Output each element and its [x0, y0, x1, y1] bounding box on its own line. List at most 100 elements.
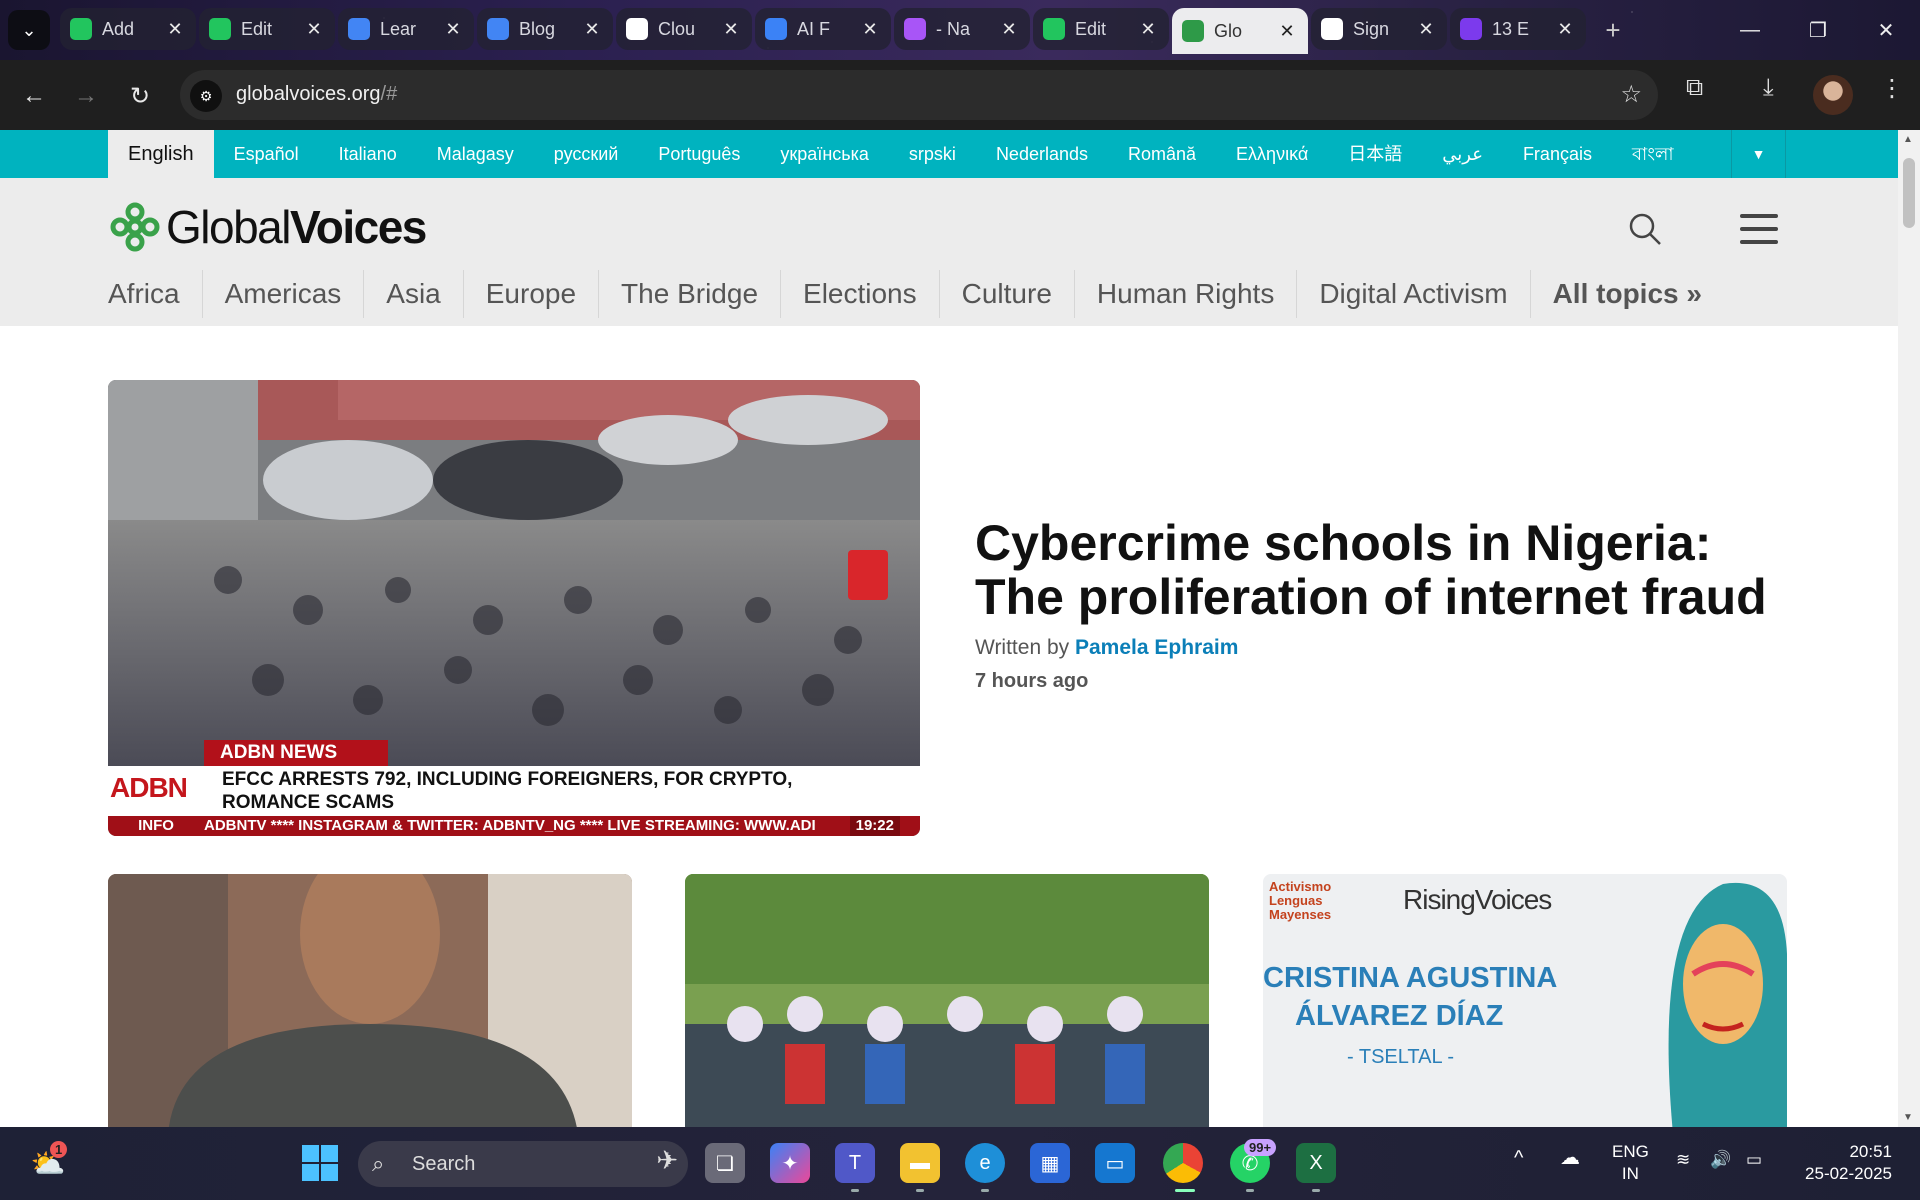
wifi-icon[interactable]: ≋ [1676, 1149, 1690, 1171]
language-link[interactable]: Ελληνικά [1216, 130, 1328, 178]
language-link[interactable]: Malagasy [417, 130, 534, 178]
browser-tab[interactable]: Add ✕ [60, 8, 196, 50]
browser-tab[interactable]: Lear ✕ [338, 8, 474, 50]
language-link[interactable]: English [108, 130, 214, 178]
copilot-icon[interactable]: ✦ [770, 1143, 810, 1183]
file-explorer-icon[interactable]: ▬ [900, 1143, 940, 1183]
site-logo[interactable]: GlobalVoices [108, 200, 427, 254]
topic-nav-item[interactable]: Europe [462, 270, 598, 318]
browser-tab[interactable]: Edit ✕ [1033, 8, 1169, 50]
browser-tab[interactable]: Sign ✕ [1311, 8, 1447, 50]
language-link[interactable]: 日本語 [1328, 130, 1422, 178]
clock[interactable]: 20:51 25-02-2025 [1796, 1141, 1892, 1185]
new-tab-icon[interactable]: + [1595, 12, 1631, 48]
tab-search-chevron-icon[interactable]: ⌄ [8, 10, 50, 50]
extensions-icon[interactable]: ⧉ [1686, 74, 1703, 102]
show-hidden-icons-icon[interactable]: ^ [1514, 1147, 1523, 1169]
close-tab-icon[interactable]: ✕ [720, 19, 742, 40]
topic-nav-item[interactable]: Culture [938, 270, 1074, 318]
scroll-down-icon[interactable]: ▼ [1903, 1112, 1913, 1123]
story-card-1[interactable] [108, 874, 632, 1127]
author-link[interactable]: Pamela Ephraim [1075, 636, 1238, 659]
language-link[interactable]: Français [1503, 130, 1612, 178]
language-link[interactable]: українська [760, 130, 889, 178]
browser-tab[interactable]: 13 E ✕ [1450, 8, 1586, 50]
minimize-icon[interactable]: — [1716, 0, 1784, 60]
close-tab-icon[interactable]: ✕ [303, 19, 325, 40]
language-indicator[interactable]: ENG IN [1612, 1141, 1649, 1185]
bookmark-star-icon[interactable]: ☆ [1620, 80, 1642, 109]
featured-byline: Written by Pamela Ephraim [975, 636, 1239, 659]
card3-language: - TSELTAL - [1347, 1046, 1455, 1068]
url-text[interactable]: globalvoices.org/# [236, 83, 397, 106]
topic-nav-item[interactable]: The Bridge [598, 270, 780, 318]
restore-icon[interactable]: ❐ [1784, 0, 1852, 60]
scroll-up-icon[interactable]: ▲ [1903, 134, 1913, 145]
topic-nav-item[interactable]: Americas [201, 270, 364, 318]
browser-tab[interactable]: Blog ✕ [477, 8, 613, 50]
battery-icon[interactable]: ▭ [1746, 1149, 1762, 1171]
close-tab-icon[interactable]: ✕ [998, 19, 1020, 40]
close-tab-icon[interactable]: ✕ [442, 19, 464, 40]
story-card-3[interactable]: Activismo Lenguas Mayenses RisingVoices … [1263, 874, 1787, 1127]
close-tab-icon[interactable]: ✕ [581, 19, 603, 40]
page-scrollbar[interactable]: ▲ ▼ [1898, 130, 1920, 1127]
forward-icon[interactable]: → [66, 76, 106, 116]
browser-tab[interactable]: AI F ✕ [755, 8, 891, 50]
language-link[interactable]: Português [638, 130, 760, 178]
close-tab-icon[interactable]: ✕ [1554, 19, 1576, 40]
topic-nav-item[interactable]: Human Rights [1073, 270, 1296, 318]
store-icon[interactable]: ▦ [1030, 1143, 1070, 1183]
heart-icon [1460, 18, 1482, 40]
volume-icon[interactable]: 🔊 [1710, 1149, 1731, 1171]
close-tab-icon[interactable]: ✕ [1415, 19, 1437, 40]
close-tab-icon[interactable]: ✕ [1137, 19, 1159, 40]
language-link[interactable]: عربي [1422, 130, 1503, 178]
browser-tab[interactable]: Clou ✕ [616, 8, 752, 50]
story-card-2[interactable] [685, 874, 1209, 1127]
reload-icon[interactable]: ↻ [120, 76, 160, 116]
site-info-icon[interactable]: ⚙ [190, 80, 222, 112]
topic-nav-item[interactable]: All topics » [1529, 270, 1724, 318]
windows-start-icon[interactable] [300, 1143, 340, 1183]
language-link[interactable]: Română [1108, 130, 1216, 178]
language-dropdown-icon[interactable]: ▼ [1731, 130, 1786, 178]
scrollbar-thumb[interactable] [1903, 158, 1915, 228]
download-icon[interactable]: ⤓ [1763, 74, 1774, 102]
language-link[interactable]: Nederlands [976, 130, 1108, 178]
language-link[interactable]: русский [534, 130, 639, 178]
language-link[interactable]: Español [214, 130, 319, 178]
topic-nav-item[interactable]: Asia [363, 270, 462, 318]
close-tab-icon[interactable]: ✕ [859, 19, 881, 40]
remote-desktop-icon[interactable]: ▭ [1095, 1143, 1135, 1183]
close-tab-icon[interactable]: ✕ [164, 19, 186, 40]
language-link[interactable]: Italiano [319, 130, 417, 178]
browser-menu-icon[interactable]: ⋮ [1880, 74, 1904, 103]
close-tab-icon[interactable]: ✕ [1276, 21, 1298, 42]
featured-image[interactable]: ADBN NEWS ADBN EFCC ARRESTS 792, INCLUDI… [108, 380, 920, 836]
language-link[interactable]: বাংলা [1612, 130, 1694, 178]
topic-nav-item[interactable]: Elections [780, 270, 939, 318]
onedrive-icon[interactable]: ☁ [1560, 1147, 1580, 1169]
profile-avatar[interactable] [1813, 75, 1853, 115]
browser-tab[interactable]: Glo ✕ [1172, 8, 1308, 54]
close-window-icon[interactable]: ✕ [1852, 0, 1920, 60]
chrome-icon[interactable] [1163, 1143, 1203, 1183]
excel-icon[interactable]: X [1296, 1143, 1336, 1183]
search-icon[interactable] [1628, 212, 1662, 255]
featured-timestamp: 7 hours ago [975, 670, 1089, 692]
featured-headline[interactable]: Cybercrime schools in Nigeria: The proli… [975, 516, 1805, 624]
browser-tab[interactable]: Edit ✕ [199, 8, 335, 50]
topic-nav-item[interactable]: Digital Activism [1296, 270, 1529, 318]
teams-icon[interactable]: T [835, 1143, 875, 1183]
edge-icon[interactable]: e [965, 1143, 1005, 1183]
task-view-icon[interactable]: ❏ [705, 1143, 745, 1183]
back-icon[interactable]: ← [14, 76, 54, 116]
hamburger-menu-icon[interactable] [1740, 214, 1778, 253]
topic-nav-item[interactable]: Africa [108, 270, 202, 318]
browser-tab[interactable]: - Na ✕ [894, 8, 1030, 50]
language-bar: English Español Italiano Malagasy русский Por… [0, 130, 1898, 178]
taskbar-search[interactable]: ⌕ Search ✈ [358, 1141, 688, 1187]
language-link[interactable]: srpski [889, 130, 976, 178]
address-bar[interactable]: ⚙ globalvoices.org/# ☆ [180, 70, 1658, 120]
